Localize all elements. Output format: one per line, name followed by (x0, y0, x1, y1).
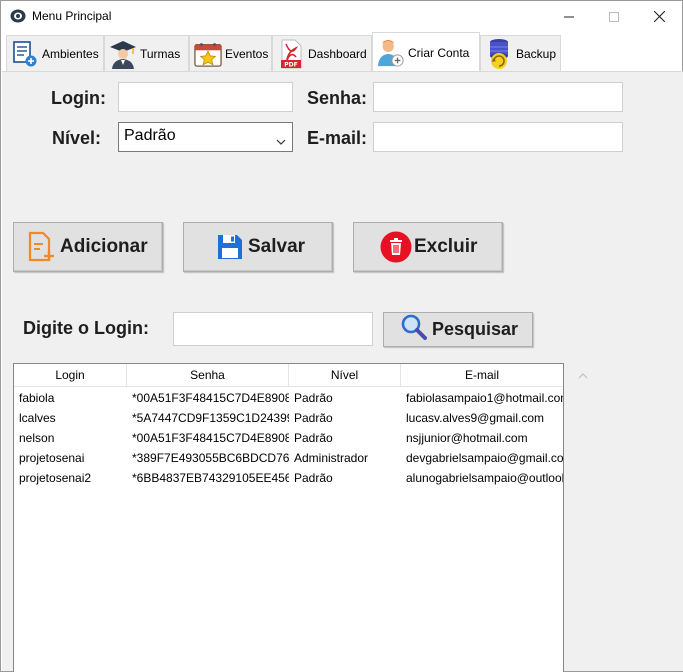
criar-conta-panel: Login: Senha: Nível: Padrão E-mail: Adic… (2, 71, 683, 672)
nivel-select[interactable]: Padrão (118, 122, 293, 152)
table-row[interactable]: nelson *00A51F3F48415C7D4E8908980D443C29… (14, 428, 563, 448)
cell-nivel: Padrão (294, 431, 333, 445)
maximize-button[interactable] (591, 1, 637, 32)
tab-eventos[interactable]: Eventos (189, 35, 272, 72)
chevron-down-icon (276, 133, 286, 145)
cell-nivel: Padrão (294, 391, 333, 405)
cell-senha: *6BB4837EB74329105EE4568D (132, 471, 289, 485)
tab-strip: Ambientes Turmas Eventos PDF Dashboard C… (1, 32, 682, 72)
floppy-disk-icon (214, 231, 246, 263)
tab-label: Criar Conta (408, 45, 470, 60)
cell-nivel: Padrão (294, 471, 333, 485)
window-title: Menu Principal (32, 9, 112, 23)
column-header-nivel[interactable]: Nível (289, 364, 401, 387)
column-header-senha[interactable]: Senha (127, 364, 289, 387)
tab-turmas[interactable]: Turmas (104, 35, 189, 72)
cell-email: fabiolasampaio1@hotmail.com (406, 391, 563, 405)
close-button[interactable] (636, 1, 682, 32)
column-header-login[interactable]: Login (14, 364, 127, 387)
minimize-icon (564, 16, 574, 17)
save-button-label: Salvar (248, 236, 306, 257)
user-add-icon (377, 38, 405, 68)
scroll-up-icon[interactable] (578, 367, 588, 379)
cell-email: lucasv.alves9@gmail.com (406, 411, 545, 425)
add-button-label: Adicionar (60, 236, 148, 257)
title-bar: Menu Principal (1, 1, 682, 32)
cell-login: nelson (19, 431, 55, 445)
cell-senha: *00A51F3F48415C7D4E8908980D443C29C69B60C… (132, 431, 289, 445)
table-row[interactable]: projetosenai2 *6BB4837EB74329105EE4568D … (14, 468, 563, 488)
tab-label: Eventos (225, 47, 269, 61)
cell-nivel: Administrador (294, 451, 369, 465)
search-icon (400, 313, 428, 346)
cell-login: fabiola (19, 391, 55, 405)
search-input[interactable] (173, 312, 373, 346)
main-window: Menu Principal Ambientes Turmas Eventos … (0, 0, 683, 672)
document-add-icon (11, 39, 39, 69)
tab-dashboard[interactable]: PDF Dashboard (272, 35, 372, 72)
email-input[interactable] (373, 122, 623, 152)
cell-email: devgabrielsampaio@gmail.com (406, 451, 563, 465)
delete-button-label: Excluir (414, 236, 478, 257)
cell-login: projetosenai2 (19, 471, 92, 485)
trash-icon (380, 231, 412, 263)
tab-label: Turmas (140, 47, 181, 61)
svg-text:PDF: PDF (284, 62, 297, 69)
minimize-button[interactable] (546, 1, 592, 32)
nivel-label: Nível: (52, 128, 102, 148)
login-input[interactable] (118, 82, 293, 112)
maximize-icon (609, 11, 619, 22)
tab-label: Backup (516, 47, 557, 61)
search-button-label: Pesquisar (432, 319, 519, 339)
email-label: E-mail: (307, 128, 368, 148)
calendar-star-icon (194, 39, 222, 69)
tab-label: Ambientes (42, 47, 99, 61)
add-document-icon (26, 231, 58, 263)
close-icon (653, 11, 665, 22)
add-button[interactable]: Adicionar (13, 222, 163, 272)
nivel-selected-value: Padrão (124, 127, 176, 144)
cell-login: lcalves (19, 411, 56, 425)
senha-label: Senha: (307, 88, 368, 108)
tab-backup[interactable]: Backup (480, 35, 561, 72)
tab-label: Dashboard (308, 47, 367, 61)
tab-criar-conta[interactable]: Criar Conta (372, 32, 480, 72)
cell-email: nsjjunior@hotmail.com (406, 431, 528, 445)
tab-ambientes[interactable]: Ambientes (6, 35, 104, 72)
senha-input[interactable] (373, 82, 623, 112)
search-label: Digite o Login: (23, 318, 149, 338)
database-backup-icon (485, 39, 513, 69)
cell-login: projetosenai (19, 451, 85, 465)
cell-email: alunogabrielsampaio@outlook.com (406, 471, 563, 485)
graduate-icon (109, 39, 137, 69)
app-icon (10, 9, 26, 23)
table-row[interactable]: fabiola *00A51F3F48415C7D4E8908980D443C2… (14, 388, 563, 408)
login-label: Login: (51, 88, 106, 108)
table-row[interactable]: lcalves *5A7447CD9F1359C1D24399E Padrão … (14, 408, 563, 428)
delete-button[interactable]: Excluir (353, 222, 503, 272)
cell-nivel: Padrão (294, 411, 333, 425)
table-row[interactable]: projetosenai *389F7E493055BC6BDCD7616 Ad… (14, 448, 563, 468)
save-button[interactable]: Salvar (183, 222, 333, 272)
column-header-email[interactable]: E-mail (401, 364, 563, 387)
pdf-icon: PDF (277, 39, 305, 69)
search-button[interactable]: Pesquisar (383, 312, 533, 347)
accounts-table[interactable]: Login Senha Nível E-mail fabiola *00A51F… (13, 363, 564, 672)
cell-senha: *5A7447CD9F1359C1D24399E (132, 411, 289, 425)
cell-senha: *389F7E493055BC6BDCD7616 (132, 451, 289, 465)
cell-senha: *00A51F3F48415C7D4E8908980D443C29C69B60C… (132, 391, 289, 405)
table-header: Login Senha Nível E-mail (14, 364, 563, 387)
